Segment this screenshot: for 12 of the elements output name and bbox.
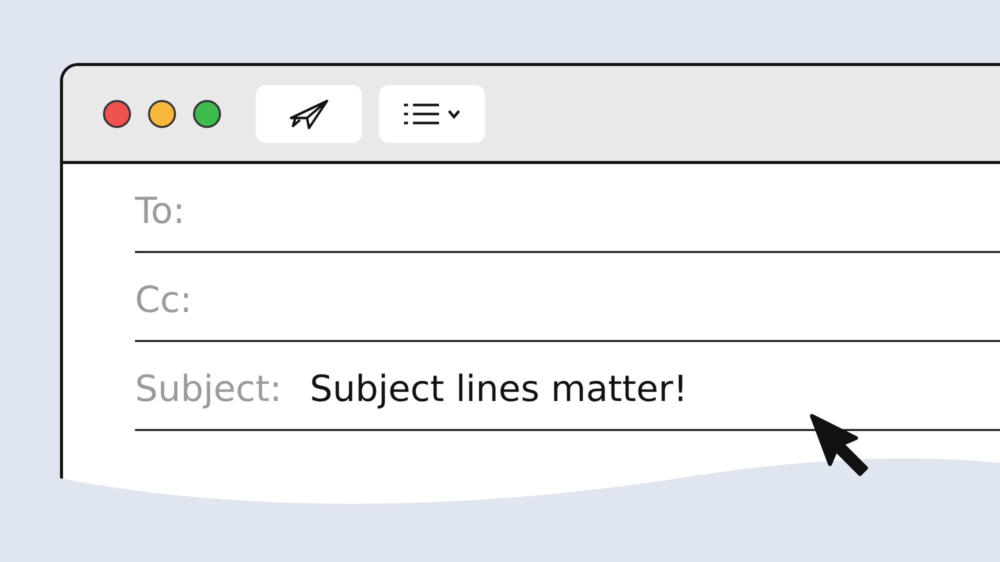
zoom-button[interactable] <box>193 100 221 128</box>
close-button[interactable] <box>103 100 131 128</box>
minimize-button[interactable] <box>148 100 176 128</box>
caret-icon <box>447 108 461 118</box>
list-icon <box>403 100 441 126</box>
send-button[interactable] <box>256 84 362 142</box>
field-label: To: <box>135 191 186 232</box>
format-menu-button[interactable] <box>379 84 485 142</box>
field-label: Cc: <box>135 280 192 321</box>
field-label: Subject: <box>135 369 282 410</box>
paper-plane-icon <box>287 98 331 130</box>
field-value[interactable]: Subject lines matter! <box>310 369 688 410</box>
